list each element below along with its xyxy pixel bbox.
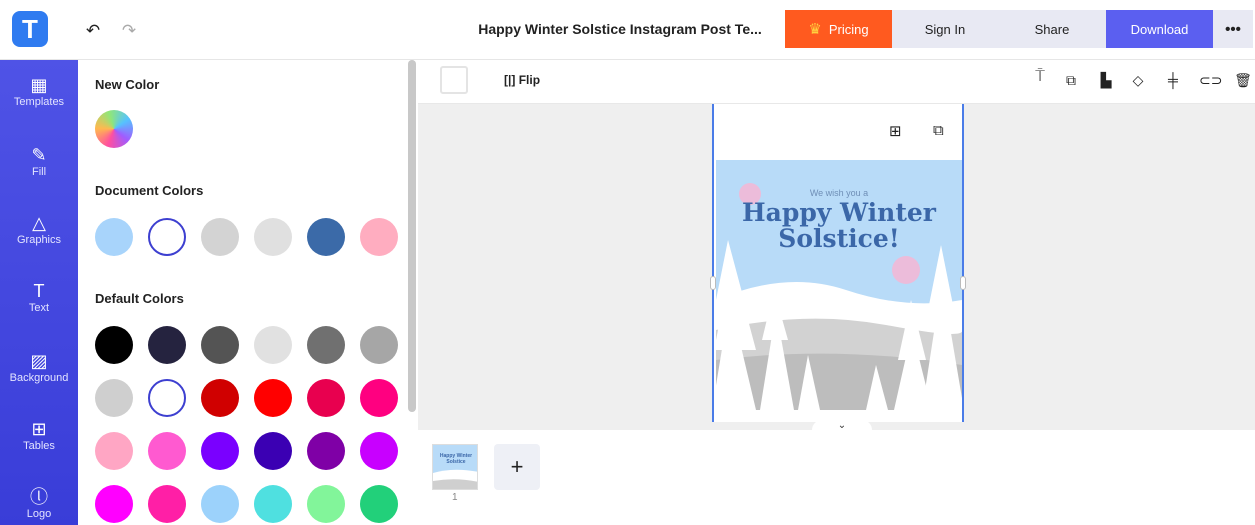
default-color-swatch[interactable] <box>201 432 239 470</box>
flip-label: Flip <box>518 73 541 87</box>
rail-item-background[interactable]: ▨ Background <box>0 350 78 384</box>
pricing-label: Pricing <box>828 21 869 37</box>
document-color-swatch[interactable] <box>201 218 239 256</box>
document-color-swatch[interactable] <box>148 218 186 256</box>
default-color-swatch[interactable] <box>254 379 292 417</box>
add-page-button[interactable]: + <box>494 444 540 490</box>
pencil-icon: ✎ <box>31 145 47 165</box>
poster-title-line2: Solstice! <box>778 224 900 253</box>
default-color-swatch[interactable] <box>360 326 398 364</box>
default-color-swatch[interactable] <box>254 432 292 470</box>
copy-style-icon[interactable]: ⧉ <box>1061 72 1081 89</box>
rail-item-graphics[interactable]: △ Graphics <box>0 212 78 246</box>
resize-handle-left[interactable] <box>710 276 716 290</box>
new-color-picker[interactable] <box>95 110 133 148</box>
default-color-swatch[interactable] <box>148 326 186 364</box>
document-color-swatch[interactable] <box>254 218 292 256</box>
default-color-swatch[interactable] <box>307 326 345 364</box>
opacity-icon[interactable]: ◇ <box>1128 72 1148 89</box>
default-color-swatch[interactable] <box>360 432 398 470</box>
delete-icon[interactable]: 🗑 <box>1233 72 1253 89</box>
document-color-swatch[interactable] <box>95 218 133 256</box>
left-rail: ▦ Templates ✎ Fill △ Graphics T Text ▨ B… <box>0 60 78 525</box>
default-color-swatch[interactable] <box>148 432 186 470</box>
thumbnail-title: Happy Winter Solstice <box>439 453 473 465</box>
paint-roller-icon[interactable]: ⍑ <box>1030 68 1050 86</box>
rail-item-fill[interactable]: ✎ Fill <box>0 144 78 178</box>
undo-icon[interactable]: ↶ <box>84 22 102 40</box>
arrange-icon[interactable]: ▙ <box>1096 72 1116 89</box>
default-color-swatch[interactable] <box>95 485 133 523</box>
resize-handle-right[interactable] <box>960 276 966 290</box>
default-color-swatch[interactable] <box>254 326 292 364</box>
background-icon: ▨ <box>30 351 48 371</box>
new-color-heading: New Color <box>95 77 160 92</box>
color-swatch-button[interactable] <box>440 66 468 94</box>
share-button[interactable]: Share <box>998 10 1106 48</box>
duplicate-page-icon[interactable]: ⧉ <box>933 122 944 139</box>
rail-label: Fill <box>31 166 47 178</box>
default-color-swatch[interactable] <box>201 379 239 417</box>
default-colors-heading: Default Colors <box>95 291 184 306</box>
logo-icon: ⓛ <box>30 487 48 507</box>
align-icon[interactable]: ╪ <box>1163 72 1183 88</box>
element-toolbar: [|] Flip ⍑ ⧉ ▙ ◇ ╪ ⊂⊃ 🗑 <box>418 60 1255 104</box>
shapes-icon: △ <box>32 213 46 233</box>
rail-item-tables[interactable]: ⊞ Tables <box>0 418 78 452</box>
rail-item-text[interactable]: T Text <box>0 280 78 314</box>
default-color-swatch[interactable] <box>360 485 398 523</box>
rail-label: Logo <box>26 508 52 520</box>
default-color-swatch[interactable] <box>307 379 345 417</box>
flip-icon: [|] <box>504 73 516 87</box>
sign-in-button[interactable]: Sign In <box>892 10 998 48</box>
default-color-swatch[interactable] <box>95 326 133 364</box>
document-colors-heading: Document Colors <box>95 183 204 198</box>
document-color-swatch[interactable] <box>360 218 398 256</box>
pages-strip: Happy Winter Solstice 1 + <box>418 430 1255 525</box>
default-color-swatch[interactable] <box>360 379 398 417</box>
default-color-swatch[interactable] <box>148 379 186 417</box>
default-color-swatch[interactable] <box>254 485 292 523</box>
page-number: 1 <box>452 492 458 503</box>
download-button[interactable]: Download <box>1106 10 1213 48</box>
panel-scrollbar[interactable] <box>408 60 416 412</box>
rail-item-logo[interactable]: ⓛ Logo <box>0 486 78 520</box>
poster-title-line1: Happy Winter <box>742 198 936 227</box>
app-logo[interactable]: T <box>12 11 48 47</box>
templates-icon: ▦ <box>30 75 48 95</box>
default-color-swatch[interactable] <box>148 485 186 523</box>
color-panel: New Color Document Colors Default Colors <box>78 60 418 525</box>
rail-label: Templates <box>13 96 65 108</box>
default-color-swatch[interactable] <box>307 432 345 470</box>
poster-title: Happy Winter Solstice! <box>716 200 962 252</box>
default-color-swatch[interactable] <box>95 379 133 417</box>
document-color-swatch[interactable] <box>307 218 345 256</box>
document-title[interactable]: Happy Winter Solstice Instagram Post Te.… <box>470 21 770 37</box>
rail-item-templates[interactable]: ▦ Templates <box>0 74 78 108</box>
rail-label: Background <box>9 372 69 384</box>
flip-button[interactable]: [|] Flip <box>504 73 540 87</box>
top-bar: T ↶ ↷ Happy Winter Solstice Instagram Po… <box>0 0 1255 60</box>
add-page-icon[interactable]: ⊞ <box>889 122 902 140</box>
text-icon: T <box>33 281 45 301</box>
default-color-swatch[interactable] <box>307 485 345 523</box>
link-icon[interactable]: ⊂⊃ <box>1199 72 1222 89</box>
default-color-swatch[interactable] <box>95 432 133 470</box>
rail-label: Graphics <box>16 234 62 246</box>
page-thumbnail[interactable]: Happy Winter Solstice <box>432 444 478 490</box>
table-icon: ⊞ <box>31 419 47 439</box>
rail-label: Tables <box>23 440 55 452</box>
redo-icon[interactable]: ↷ <box>120 22 138 40</box>
crown-icon: ♛ <box>808 21 822 38</box>
design-page[interactable]: ⊞ ⧉ We wish you a Happy Winter Solstice! <box>710 104 966 422</box>
rail-label: Text <box>28 302 50 314</box>
default-color-swatch[interactable] <box>201 326 239 364</box>
poster-canvas[interactable]: We wish you a Happy Winter Solstice! <box>716 160 962 410</box>
default-color-swatch[interactable] <box>201 485 239 523</box>
pricing-button[interactable]: ♛ Pricing <box>785 10 892 48</box>
thumbnail-illustration <box>433 469 477 489</box>
poster-subtitle: We wish you a <box>809 188 869 198</box>
more-options-button[interactable]: ••• <box>1213 10 1253 48</box>
